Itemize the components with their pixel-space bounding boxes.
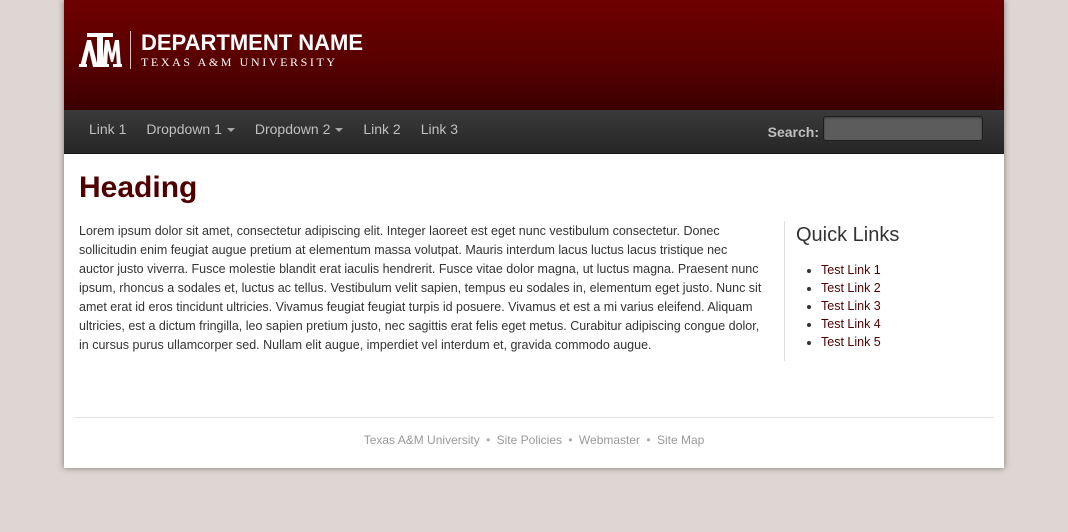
quick-link-4[interactable]: Test Link 4 (821, 317, 881, 331)
page-heading: Heading (79, 171, 198, 204)
nav-dropdown-2[interactable]: Dropdown 2 (245, 110, 354, 148)
department-logo[interactable]: DEPARTMENT NAME TEXAS A&M UNIVERSITY (78, 30, 363, 70)
nav-link-2[interactable]: Link 2 (353, 110, 410, 148)
list-item: Test Link 3 (821, 297, 881, 315)
list-item: Test Link 4 (821, 315, 881, 333)
quick-link-5[interactable]: Test Link 5 (821, 335, 881, 349)
footer-separator: • (486, 433, 491, 447)
search-label: Search: (767, 123, 819, 140)
list-item: Test Link 2 (821, 279, 881, 297)
caret-down-icon (226, 127, 235, 132)
nav-link-3[interactable]: Link 3 (411, 110, 468, 148)
list-item: Test Link 5 (821, 333, 881, 351)
nav-link-1-label: Link 1 (89, 121, 127, 137)
search-form: Search: (768, 116, 983, 141)
footer: Texas A&M University • Site Policies • W… (64, 433, 1004, 447)
navbar: Link 1 Dropdown 1 Dropdown 2 Link 2 Link… (64, 110, 1004, 154)
quick-link-1[interactable]: Test Link 1 (821, 263, 881, 277)
footer-divider (74, 417, 994, 418)
atm-logo-icon (79, 33, 122, 67)
header-banner: DEPARTMENT NAME TEXAS A&M UNIVERSITY (64, 0, 1004, 110)
footer-link-site-policies[interactable]: Site Policies (497, 433, 562, 447)
footer-link-university[interactable]: Texas A&M University (364, 433, 480, 447)
university-name: TEXAS A&M UNIVERSITY (141, 54, 338, 69)
nav-link-3-label: Link 3 (420, 121, 459, 137)
list-item: Test Link 1 (821, 261, 881, 279)
page-container: DEPARTMENT NAME TEXAS A&M UNIVERSITY Lin… (64, 0, 1004, 468)
quick-link-3[interactable]: Test Link 3 (821, 299, 881, 313)
body-paragraph: Lorem ipsum dolor sit amet, consectetur … (79, 224, 762, 352)
footer-link-site-map[interactable]: Site Map (657, 433, 704, 447)
department-name: DEPARTMENT NAME (141, 29, 364, 55)
nav-link-1[interactable]: Link 1 (79, 110, 136, 148)
nav-link-2-label: Link 2 (363, 121, 401, 137)
logo-divider (130, 31, 131, 69)
department-text: DEPARTMENT NAME TEXAS A&M UNIVERSITY (141, 29, 364, 69)
search-input[interactable] (823, 116, 983, 141)
footer-separator: • (646, 433, 651, 447)
nav-dropdown-1-label: Dropdown 1 (146, 121, 222, 137)
footer-link-webmaster[interactable]: Webmaster (579, 433, 640, 447)
nav-dropdown-1[interactable]: Dropdown 1 (136, 110, 245, 148)
nav-dropdown-2-label: Dropdown 2 (254, 121, 331, 137)
quick-links-list: Test Link 1 Test Link 2 Test Link 3 Test… (796, 261, 881, 351)
caret-down-icon (335, 127, 344, 132)
quick-links-sidebar: Quick Links Test Link 1 Test Link 2 Test… (784, 221, 990, 361)
quick-link-2[interactable]: Test Link 2 (821, 281, 881, 295)
footer-separator: • (568, 433, 573, 447)
nav-menu: Link 1 Dropdown 1 Dropdown 2 Link 2 Link… (79, 110, 468, 148)
quick-links-title: Quick Links (796, 224, 900, 246)
